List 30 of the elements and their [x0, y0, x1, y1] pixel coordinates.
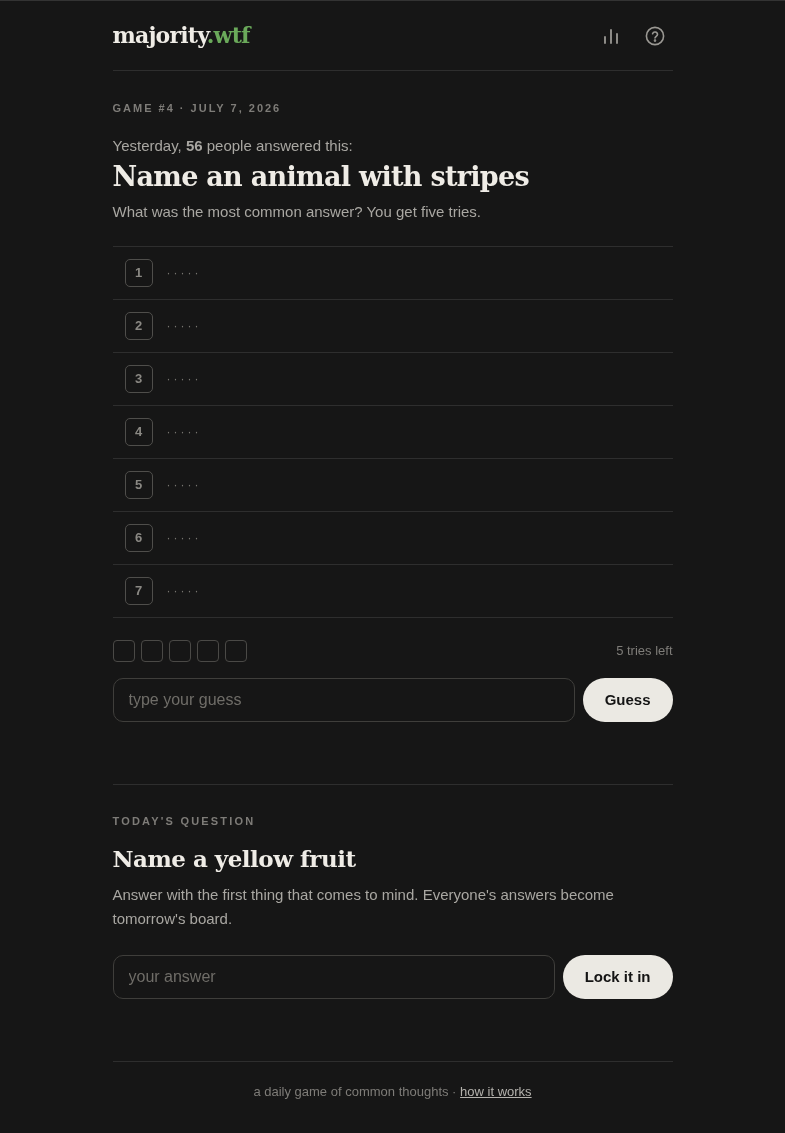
- rank-number: 7: [124, 576, 153, 605]
- lock-in-button[interactable]: Lock it in: [562, 955, 673, 999]
- hidden-answer: ·····: [166, 317, 202, 335]
- rank-number: 3: [124, 364, 153, 393]
- rank-number: 4: [124, 417, 153, 446]
- question-title: Name an animal with stripes: [112, 161, 530, 194]
- guess-button[interactable]: Guess: [582, 677, 673, 722]
- rank-number: 6: [124, 523, 153, 552]
- rank-number: 1: [124, 258, 153, 287]
- answer-input[interactable]: your answer: [112, 955, 555, 999]
- tries-left-text: 5 tries left: [616, 642, 673, 661]
- guess-input[interactable]: type your guess: [112, 677, 575, 722]
- rank-number: 5: [124, 470, 153, 499]
- instructions-text: What was the most common answer? You get five tries.: [112, 202, 482, 223]
- question-title: Name a yellow fruit: [112, 845, 357, 873]
- game-date-label: GAME #4 · JULY 7, 2026: [112, 101, 283, 116]
- hidden-answer: ·····: [166, 370, 202, 388]
- how-it-works-link[interactable]: how it works: [460, 1084, 532, 1099]
- rank-number: 2: [124, 311, 153, 340]
- site-logo[interactable]: majority.wtf: [112, 19, 250, 52]
- hidden-answer: ·····: [166, 582, 202, 600]
- hidden-answer: ·····: [166, 423, 202, 441]
- section-label: TODAY'S QUESTION: [112, 813, 257, 829]
- intro-text: Yesterday, 56 people answered this:: [112, 135, 354, 156]
- instructions-text: Answer with the first thing that comes to mind. Everyone's answers become tomorrow's board.: [112, 885, 615, 929]
- hidden-answer: ·····: [166, 264, 202, 282]
- help-icon[interactable]: [644, 25, 665, 46]
- hidden-answer: ·····: [166, 529, 202, 547]
- hidden-answer: ·····: [166, 476, 202, 494]
- footer-text: a daily game of common thoughts · how it works: [252, 1083, 533, 1101]
